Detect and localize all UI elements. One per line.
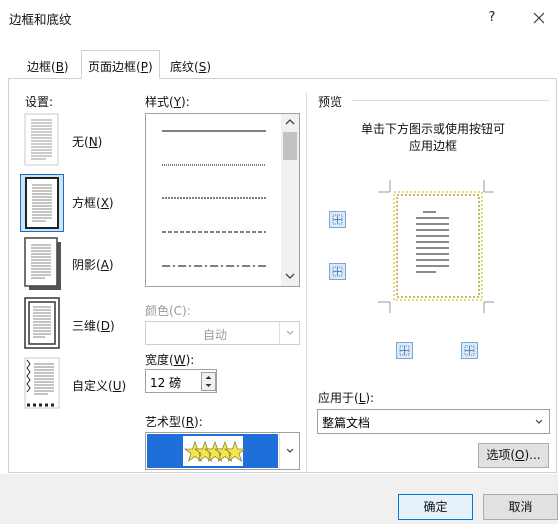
width-label: 宽度(W):	[145, 353, 195, 367]
color-label: 颜色(C):	[145, 304, 191, 318]
column-separator	[306, 93, 307, 471]
cancel-button[interactable]: 取消	[483, 494, 558, 520]
scroll-thumb[interactable]	[283, 132, 297, 160]
setting-custom-label[interactable]: 自定义(U)	[72, 377, 126, 394]
apply-to-select[interactable]: 整篇文档	[317, 409, 550, 434]
apply-to-value: 整篇文档	[322, 416, 371, 430]
preview-page[interactable]	[376, 180, 496, 315]
border-top-icon	[332, 214, 343, 225]
star-art-sample	[147, 434, 278, 468]
art-select[interactable]	[145, 432, 300, 470]
width-select[interactable]: 12 磅	[145, 369, 217, 393]
dialog-footer	[0, 474, 558, 524]
setting-shadow-option[interactable]	[22, 236, 64, 292]
color-value: 自动	[203, 328, 228, 342]
chevron-down-icon	[286, 448, 294, 453]
width-spinner[interactable]	[201, 372, 216, 391]
border-box-icon	[25, 177, 59, 229]
art-label: 艺术型(R):	[145, 415, 203, 429]
style-label: 样式(Y):	[145, 95, 190, 109]
tab-borders[interactable]: 边框(B)	[20, 52, 76, 78]
border-3d-icon	[24, 297, 60, 349]
right-border-toggle[interactable]	[461, 342, 478, 359]
options-button[interactable]: 选项(O)...	[478, 443, 549, 468]
title-bar: 边框和底纹 ?	[0, 0, 558, 38]
setting-box-option[interactable]	[20, 174, 64, 232]
scroll-down-icon[interactable]	[285, 272, 295, 280]
setting-none-option[interactable]	[22, 112, 62, 168]
style-scrollbar[interactable]	[281, 114, 299, 286]
scroll-up-icon[interactable]	[285, 118, 295, 126]
setting-box-label[interactable]: 方框(X)	[72, 194, 114, 211]
close-button[interactable]	[527, 6, 551, 30]
preview-label: 预览	[318, 95, 343, 109]
border-left-icon	[399, 345, 410, 356]
chevron-down-icon	[286, 330, 294, 335]
preview-rule	[352, 100, 549, 101]
border-shadow-icon	[24, 237, 61, 290]
width-value: 12 磅	[150, 376, 182, 390]
help-button[interactable]: ?	[482, 8, 502, 28]
close-icon	[533, 12, 545, 24]
window-title: 边框和底纹	[9, 12, 72, 27]
chevron-down-icon	[535, 419, 543, 424]
top-border-toggle[interactable]	[329, 211, 346, 228]
style-listbox[interactable]	[145, 113, 300, 287]
setting-3d-option[interactable]	[22, 296, 64, 352]
apply-to-label: 应用于(L):	[318, 391, 375, 405]
left-border-toggle[interactable]	[396, 342, 413, 359]
bottom-border-toggle[interactable]	[329, 263, 346, 280]
tab-shading[interactable]: 底纹(S)	[163, 52, 218, 78]
tab-page-border[interactable]: 页面边框(P)	[81, 50, 160, 79]
ok-button[interactable]: 确定	[398, 494, 473, 520]
setting-custom-option[interactable]	[22, 356, 64, 412]
setting-3d-label[interactable]: 三维(D)	[72, 317, 115, 334]
apply-to-dropdown-button[interactable]	[529, 410, 549, 433]
preview-hint-line2: 应用边框	[408, 139, 457, 153]
border-custom-icon	[24, 357, 60, 409]
border-bottom-icon	[332, 266, 343, 277]
setting-none-label[interactable]: 无(N)	[72, 133, 102, 150]
setting-shadow-label[interactable]: 阴影(A)	[72, 256, 114, 273]
border-right-icon	[464, 345, 475, 356]
art-dropdown-button[interactable]	[279, 433, 299, 469]
spin-arrows-icon	[205, 376, 212, 387]
color-select[interactable]: 自动	[145, 321, 300, 345]
settings-label: 设置:	[25, 95, 54, 109]
color-dropdown-button[interactable]	[279, 322, 299, 344]
preview-hint-line1: 单击下方图示或使用按钮可	[360, 122, 505, 136]
line-style-samples	[162, 130, 266, 267]
border-none-icon	[24, 113, 59, 166]
